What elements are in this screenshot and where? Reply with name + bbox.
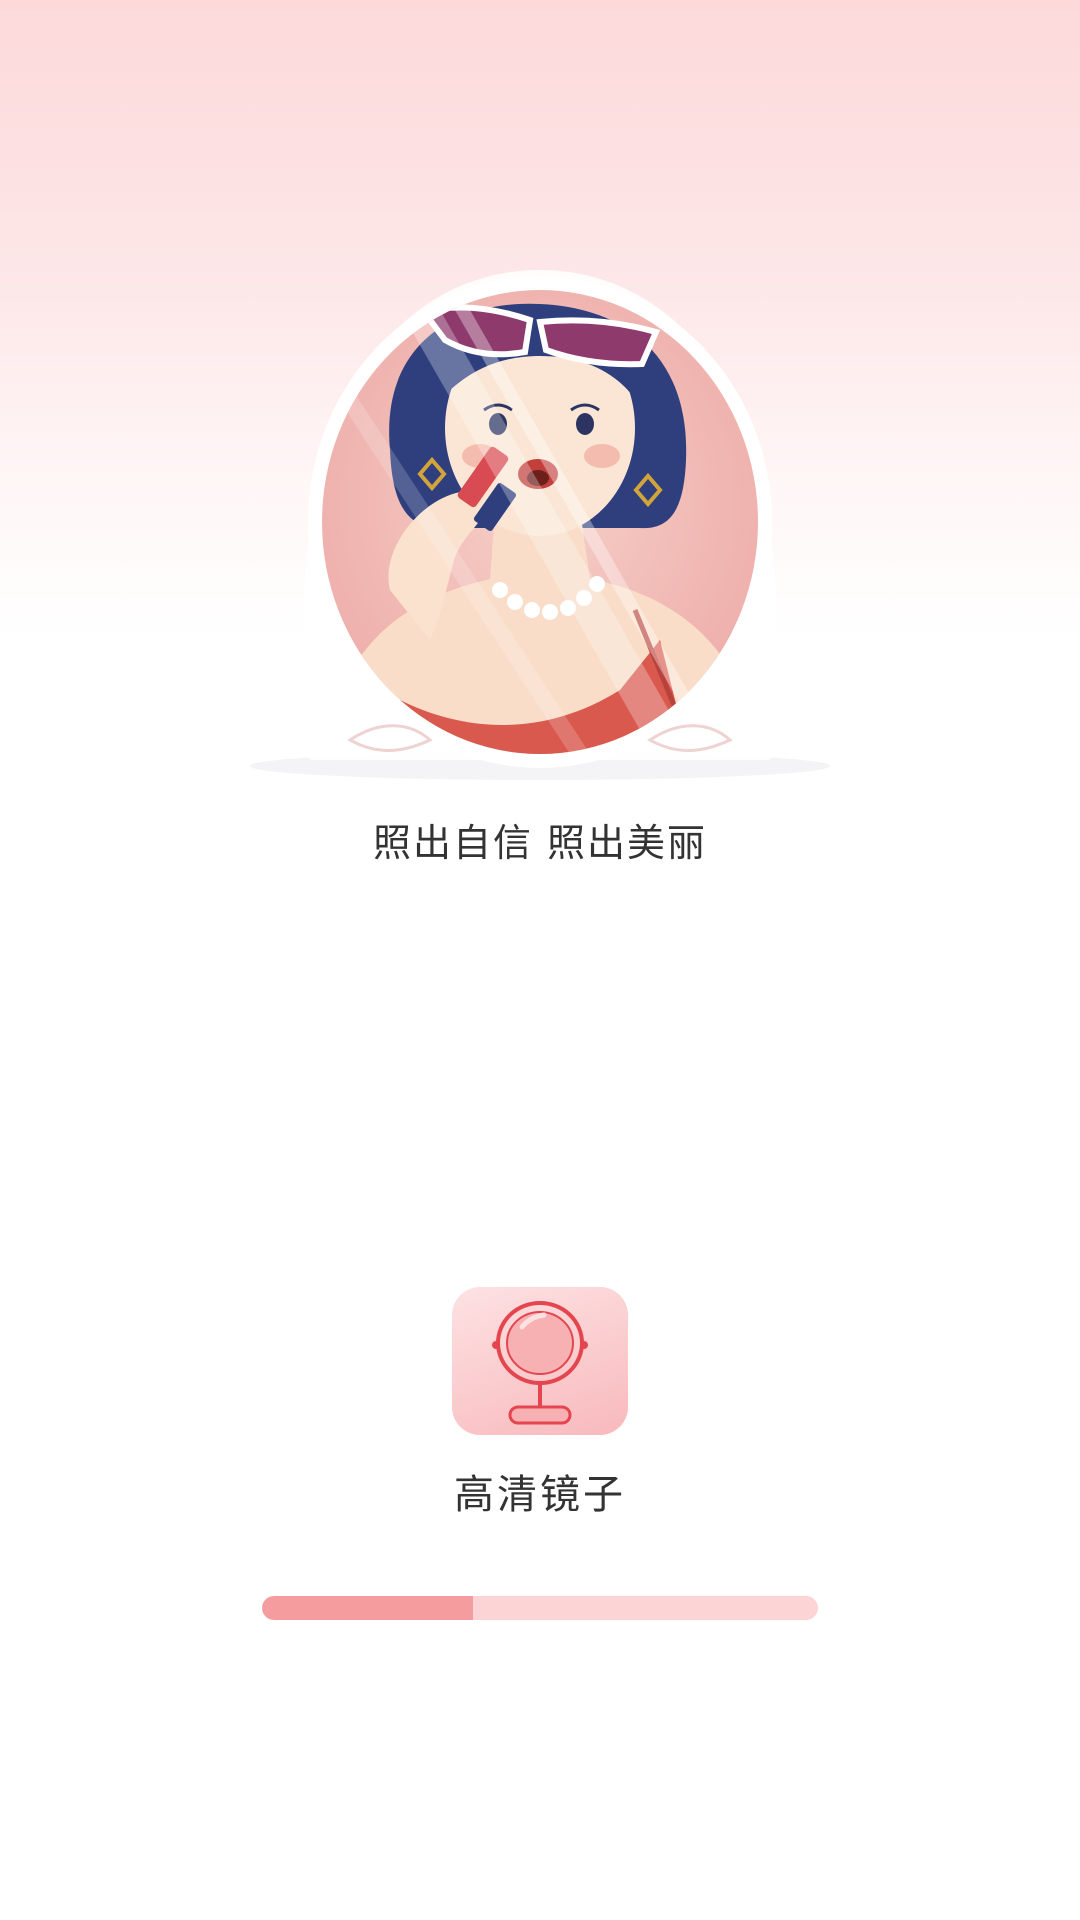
vanity-mirror-icon [492,1301,588,1425]
hero-illustration [240,260,840,780]
loading-progress-fill [262,1596,474,1620]
app-name: 高清镜子 [454,1472,626,1518]
tagline: 照出自信 照出美丽 [372,821,708,865]
app-icon [452,1287,628,1435]
loading-progress-bar [262,1596,818,1620]
splash-screen: 照出自信 照出美丽 高清镜子 [0,0,1080,1920]
